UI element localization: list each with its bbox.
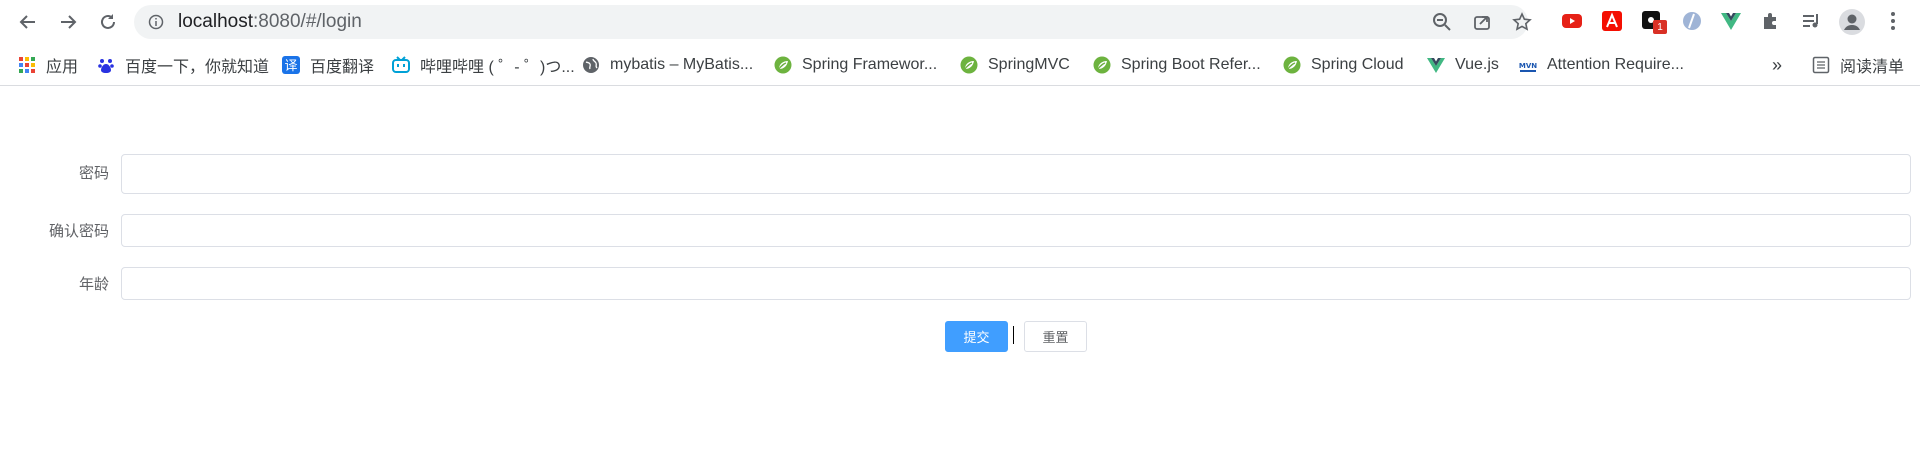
chevron-double-right-icon: » — [1772, 54, 1783, 75]
arrow-right-icon — [61, 15, 77, 29]
confirm-password-field[interactable] — [121, 214, 1911, 247]
bookmark-vuejs[interactable]: Vue.js — [1427, 53, 1499, 77]
vpn-icon[interactable] — [1681, 10, 1703, 32]
url-path: :8080/#/login — [253, 11, 362, 32]
bookmark-label: Vue.js — [1455, 56, 1499, 73]
submit-button[interactable]: 提交 — [945, 321, 1008, 352]
spring-icon — [1093, 56, 1111, 74]
reload-icon — [101, 14, 115, 29]
globe-icon — [582, 56, 600, 74]
acrobat-icon[interactable] — [1601, 10, 1623, 32]
password-field[interactable] — [121, 154, 1911, 194]
bookmarks-bar: 应用 百度一下，你就知道 译 百度翻译 哔哩哔哩 ( ゜- ゜)つ... myb… — [0, 44, 1920, 86]
info-icon[interactable] — [148, 14, 164, 30]
form-row-confirm-password: 确认密码 — [0, 214, 1920, 248]
password-label: 密码 — [78, 164, 109, 182]
menu-icon[interactable] — [1882, 10, 1904, 32]
reset-button[interactable]: 重置 — [1024, 321, 1087, 352]
bookmark-label: mybatis – MyBatis... — [610, 56, 754, 73]
age-label: 年龄 — [78, 275, 109, 293]
mvn-icon: MVN — [1519, 56, 1537, 74]
form-row-age: 年龄 — [0, 267, 1920, 301]
svg-text:译: 译 — [284, 59, 297, 74]
extension-badge: 1 — [1653, 20, 1667, 34]
bookmark-spring-boot[interactable]: Spring Boot Refer... — [1093, 53, 1261, 77]
baidu-icon — [97, 56, 115, 74]
puzzle-icon[interactable] — [1760, 10, 1782, 32]
zoom-icon[interactable] — [1432, 12, 1452, 32]
bookmark-label: SpringMVC — [988, 56, 1070, 73]
browser-toolbar: localhost:8080/#/login 1 — [0, 0, 1920, 44]
arrow-left-icon — [19, 15, 35, 29]
spring-icon — [1283, 56, 1301, 74]
bookmark-apps[interactable]: 应用 — [18, 53, 78, 77]
form-row-password: 密码 — [0, 154, 1920, 194]
url-host: localhost — [178, 11, 253, 32]
vue-devtools-icon[interactable] — [1720, 10, 1742, 32]
confirm-password-label: 确认密码 — [48, 222, 109, 240]
bookmark-label: Spring Cloud — [1311, 56, 1404, 73]
bookmark-springmvc[interactable]: SpringMVC — [960, 53, 1070, 77]
reading-list-button[interactable]: 阅读清单 — [1812, 53, 1904, 77]
address-bar[interactable]: localhost:8080/#/login — [134, 5, 1532, 39]
forward-button[interactable] — [48, 2, 88, 42]
bookmark-label: Spring Framewor... — [802, 56, 938, 73]
translate-icon: 译 — [282, 56, 300, 74]
text-cursor — [1013, 326, 1014, 344]
share-icon[interactable] — [1472, 12, 1492, 32]
reading-list-label: 阅读清单 — [1840, 59, 1905, 76]
apps-icon — [18, 56, 36, 74]
svg-text:MVN: MVN — [1519, 62, 1537, 70]
bookmark-translate[interactable]: 译 百度翻译 — [282, 53, 374, 77]
back-button[interactable] — [8, 2, 48, 42]
bookmark-label: 百度一下，你就知道 — [125, 59, 270, 76]
bookmark-bilibili[interactable]: 哔哩哔哩 ( ゜- ゜)つ... — [392, 53, 575, 77]
vue-icon — [1427, 56, 1445, 74]
notion-icon[interactable]: 1 — [1641, 10, 1667, 34]
url-text: localhost:8080/#/login — [178, 11, 362, 33]
bookmark-spring-framework[interactable]: Spring Framewor... — [774, 53, 937, 77]
bookmark-label: Spring Boot Refer... — [1121, 56, 1261, 73]
reading-list-icon — [1812, 56, 1830, 74]
bookmark-label: 哔哩哔哩 ( ゜- ゜)つ... — [420, 59, 575, 76]
reload-button[interactable] — [88, 2, 128, 42]
spring-icon — [960, 56, 978, 74]
bookmark-label: Attention Require... — [1547, 56, 1684, 73]
bookmarks-overflow-button[interactable]: » — [1772, 53, 1782, 77]
youtube-icon[interactable] — [1561, 10, 1583, 32]
reading-list-icon[interactable] — [1800, 10, 1822, 32]
profile-icon[interactable] — [1838, 8, 1866, 36]
bookmark-spring-cloud[interactable]: Spring Cloud — [1283, 53, 1404, 77]
bookmark-label: 应用 — [46, 59, 79, 76]
age-field[interactable] — [121, 267, 1911, 300]
bookmark-label: 百度翻译 — [310, 59, 375, 76]
star-icon[interactable] — [1512, 12, 1532, 32]
bookmark-attention[interactable]: MVN Attention Require... — [1519, 53, 1684, 77]
bookmark-baidu[interactable]: 百度一下，你就知道 — [97, 53, 269, 77]
bookmark-mybatis[interactable]: mybatis – MyBatis... — [582, 53, 753, 77]
bilibili-icon — [392, 56, 410, 74]
spring-icon — [774, 56, 792, 74]
